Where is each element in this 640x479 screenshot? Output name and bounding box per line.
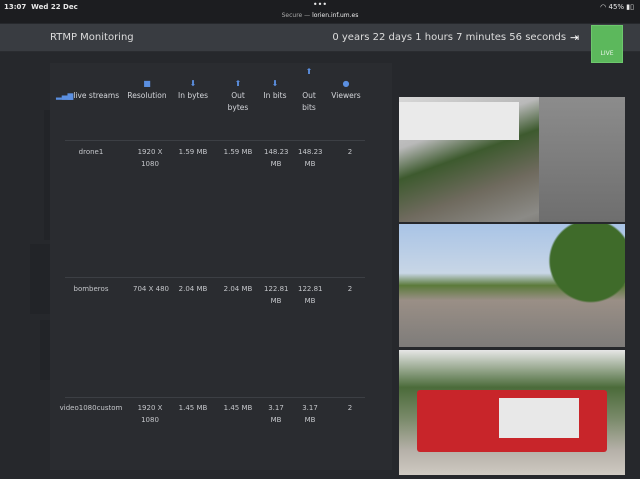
side-decoration <box>30 244 50 314</box>
viewers: 2 <box>347 148 353 156</box>
out-bits: 148.23 MB <box>298 148 323 168</box>
in-bytes: 2.04 MB <box>178 285 208 293</box>
out-bits: 122.81 MB <box>298 285 323 305</box>
truck-panel-shape <box>499 398 579 438</box>
signal-icon: ▂▄▆ <box>56 91 74 100</box>
out-bytes: 2.04 MB <box>223 285 253 293</box>
col-live-streams[interactable]: ▂▄▆live streams <box>56 90 119 102</box>
top-navbar: RTMP Monitoring 0 years 22 days 1 hours … <box>0 24 640 52</box>
uptime-text: 0 years 22 days 1 hours 7 minutes 56 sec… <box>332 32 567 43</box>
resolution: 704 X 480 <box>133 285 169 293</box>
in-bits: 122.81 MB <box>264 285 289 305</box>
video-player-drone1[interactable] <box>399 97 625 222</box>
out-bits: 3.17 MB <box>302 404 318 424</box>
road-shape <box>539 97 625 222</box>
row-divider <box>65 277 365 278</box>
col-out-bits[interactable]: ⬆ Out bits <box>295 66 323 114</box>
video-player-bomberos[interactable] <box>399 224 625 347</box>
app-title[interactable]: RTMP Monitoring <box>50 32 134 43</box>
upload-circle-icon: ⬆ <box>234 79 242 88</box>
user-icon: ● <box>342 79 350 88</box>
in-bytes: 1.45 MB <box>178 404 208 412</box>
in-bits: 3.17 MB <box>268 404 284 424</box>
live-button[interactable]: LIVE <box>591 25 623 63</box>
row-divider <box>65 397 365 398</box>
in-bits: 148.23 MB <box>264 148 289 168</box>
building-shape <box>399 102 519 140</box>
stream-name[interactable]: drone1 <box>66 146 116 158</box>
address-bar[interactable]: Secure — lorien.inf.um.es <box>0 12 640 19</box>
out-bytes: 1.59 MB <box>223 148 253 156</box>
video-player-video1080custom[interactable] <box>399 350 625 475</box>
tree-shape <box>539 224 625 347</box>
battery-icon: ▮▯ <box>626 3 634 11</box>
col-resolution[interactable]: ■ Resolution <box>122 78 172 102</box>
logout-icon[interactable]: ⇥ <box>570 31 582 44</box>
col-in-bits[interactable]: ⬇ In bits <box>260 78 290 102</box>
col-out-bytes[interactable]: ⬆ Out bytes <box>220 78 256 114</box>
status-bar: 13:07 Wed 22 Dec ••• Secure — lorien.inf… <box>0 0 640 23</box>
stream-name[interactable]: video1080custom <box>56 402 126 414</box>
upload-circle-icon: ⬆ <box>305 67 313 76</box>
browser-menu-dots[interactable]: ••• <box>0 1 640 9</box>
stream-name[interactable]: bomberos <box>66 283 116 295</box>
download-circle-icon: ⬇ <box>271 79 279 88</box>
battery-indicator: ◠ 45% ▮▯ <box>600 3 634 11</box>
viewers: 2 <box>347 285 353 293</box>
download-circle-icon: ⬇ <box>189 79 197 88</box>
resolution: 1920 X 1080 <box>137 404 163 424</box>
viewers: 2 <box>347 404 353 412</box>
resolution: 1920 X 1080 <box>137 148 163 168</box>
in-bytes: 1.59 MB <box>178 148 208 156</box>
video-camera-icon: ■ <box>143 79 151 88</box>
col-in-bytes[interactable]: ⬇ In bytes <box>175 78 211 102</box>
out-bytes: 1.45 MB <box>223 404 253 412</box>
wifi-icon: ◠ <box>600 3 607 11</box>
col-viewers[interactable]: ● Viewers <box>326 78 366 102</box>
row-divider <box>65 140 365 141</box>
